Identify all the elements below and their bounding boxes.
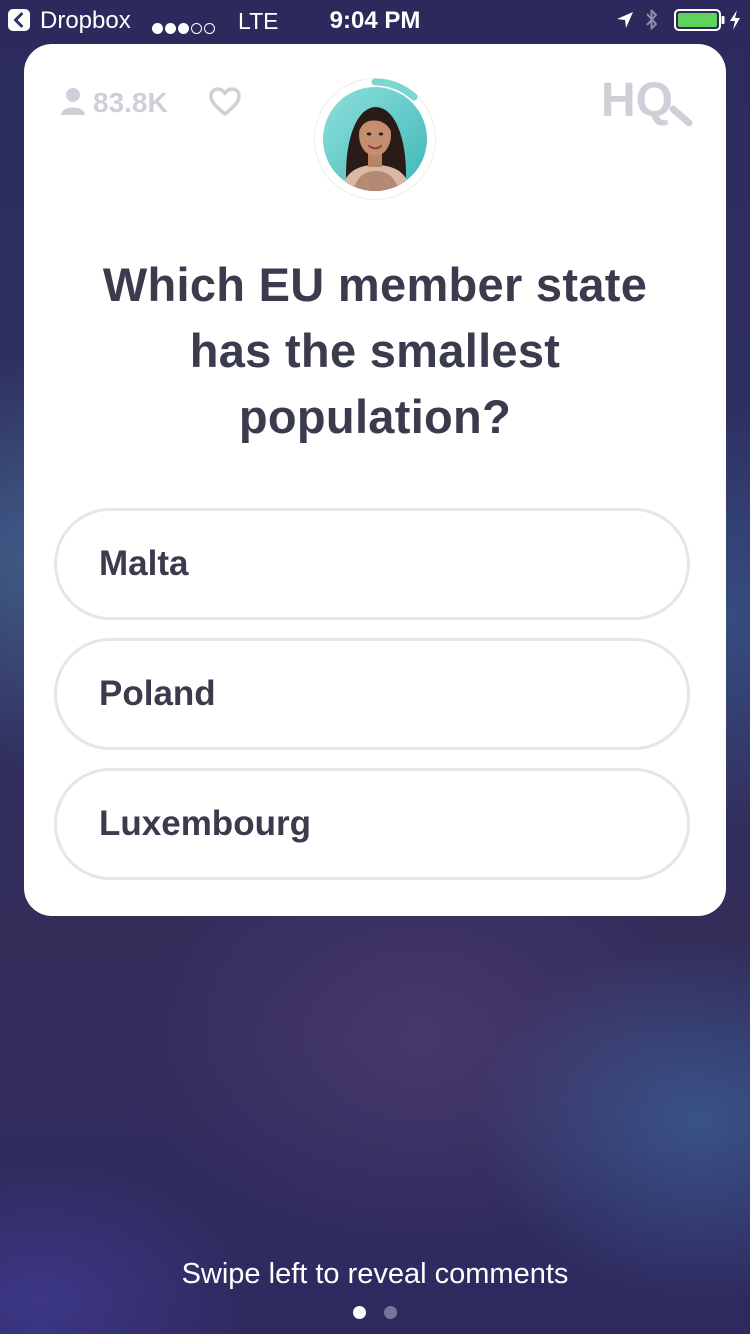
status-time: 9:04 PM [329,7,421,34]
page-dot-2[interactable] [384,1306,397,1319]
page-dot-1[interactable] [353,1306,366,1319]
heart-icon[interactable] [208,86,242,123]
status-bar: Dropbox LTE 9:04 PM [0,0,750,40]
person-icon [60,87,86,124]
bluetooth-icon [644,7,660,39]
question-text: Which EU member state has the smallest p… [102,258,648,443]
host-avatar [314,78,436,200]
answer-option-3[interactable]: Luxembourg [54,768,690,880]
hq-logo-text: HQ [601,76,673,126]
question-card: 83.8K HQ Which EU member state has the s… [24,44,726,916]
swipe-hint: Swipe left to reveal comments [181,1258,569,1290]
answer-option-1[interactable]: Malta [54,508,690,620]
host-photo [323,87,427,191]
viewer-count: 83.8K [93,87,168,118]
location-icon [615,9,635,36]
page-indicator[interactable] [0,1306,750,1320]
hq-logo: HQ [601,74,693,131]
battery-icon [674,9,726,37]
charging-icon [728,9,742,37]
answer-option-2[interactable]: Poland [54,638,690,750]
